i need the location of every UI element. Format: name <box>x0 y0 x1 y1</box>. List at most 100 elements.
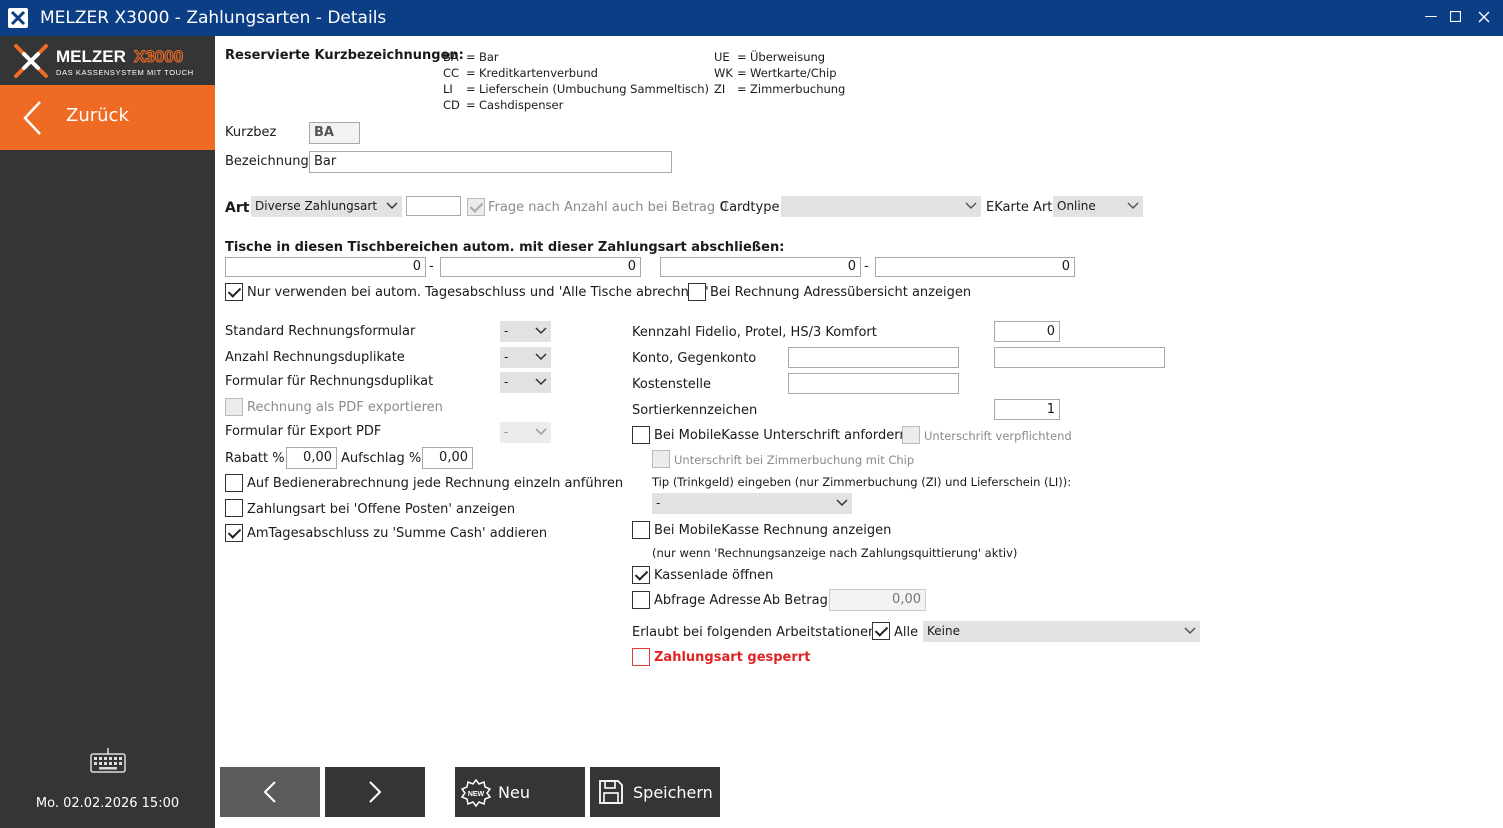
ab-betrag-label: Ab Betrag <box>763 593 828 608</box>
mobile-rechnung-note: (nur wenn 'Rechnungsanzeige nach Zahlung… <box>652 546 1018 560</box>
svg-text:MELZER: MELZER <box>56 47 126 66</box>
art-select-value: Diverse Zahlungsart <box>255 199 378 213</box>
status-datetime: Mo. 02.02.2026 15:00 <box>35 796 180 811</box>
minimize-icon[interactable]: — <box>1420 6 1442 28</box>
offene-posten-checkbox[interactable] <box>225 499 243 517</box>
alle-stationen-checkbox[interactable] <box>872 622 890 640</box>
frage-anzahl-checkbox[interactable] <box>467 198 485 216</box>
bediener-checkbox[interactable] <box>225 474 243 492</box>
tische-title: Tische in diesen Tischbereichen autom. m… <box>225 240 785 255</box>
reserved-code-equals: = <box>737 82 747 96</box>
tisch-range-1-from[interactable]: 0 <box>225 257 426 277</box>
chevron-left-icon <box>23 101 41 135</box>
tisch-range-2-to[interactable]: 0 <box>875 257 1075 277</box>
gegenkonto-input[interactable] <box>994 347 1165 368</box>
adressuebersicht-checkbox[interactable] <box>688 283 706 301</box>
chevron-down-icon <box>535 428 547 436</box>
maximize-icon[interactable] <box>1444 6 1466 28</box>
unterschrift-zimmer-checkbox[interactable] <box>652 450 670 468</box>
formular-export-select[interactable]: - <box>500 422 551 443</box>
ekarte-select-value: Online <box>1057 199 1096 213</box>
back-button[interactable]: Zurück <box>0 85 215 150</box>
gesperrt-label: Zahlungsart gesperrt <box>654 650 811 665</box>
neu-button[interactable]: NEW Neu <box>455 767 585 817</box>
mobile-rechnung-label: Bei MobileKasse Rechnung anzeigen <box>654 523 892 538</box>
rabatt-input[interactable]: 0,00 <box>286 447 337 469</box>
konto-input[interactable] <box>788 347 959 368</box>
reserved-code-equals: = <box>466 82 476 96</box>
kostenstelle-input[interactable] <box>788 373 959 394</box>
ekarte-label: EKarte Art <box>986 200 1053 215</box>
nur-verwenden-checkbox[interactable] <box>225 283 243 301</box>
chevron-down-icon <box>535 378 547 386</box>
logo-subtitle: DAS KASSENSYSTEM MIT TOUCH <box>56 68 194 77</box>
summe-cash-checkbox[interactable] <box>225 524 243 542</box>
chevron-down-icon <box>1184 627 1196 635</box>
anzahl-duplikate-label: Anzahl Rechnungsduplikate <box>225 350 405 365</box>
tisch-range-1-to[interactable]: 0 <box>440 257 641 277</box>
abfrage-adresse-checkbox[interactable] <box>632 591 650 609</box>
chevron-down-icon <box>386 202 398 210</box>
reserved-code-name: Lieferschein (Umbuchung Sammeltisch) <box>479 82 709 96</box>
reserved-code: UE <box>714 50 730 64</box>
reserved-code: BA <box>443 50 459 64</box>
reserved-code-equals: = <box>466 50 476 64</box>
save-disk-icon <box>599 780 623 804</box>
kennzahl-label: Kennzahl Fidelio, Protel, HS/3 Komfort <box>632 325 877 340</box>
reserved-code: CC <box>443 66 460 80</box>
art-extra-input[interactable] <box>406 196 461 216</box>
reserved-code-name: Bar <box>479 50 499 64</box>
unterschrift-pflicht-label: Unterschrift verpflichtend <box>924 429 1072 443</box>
art-select[interactable]: Diverse Zahlungsart <box>251 196 402 217</box>
std-rechnungsformular-select[interactable]: - <box>500 321 551 342</box>
kassenlade-checkbox[interactable] <box>632 566 650 584</box>
aufschlag-input[interactable]: 0,00 <box>422 447 473 469</box>
keyboard-icon[interactable] <box>90 746 126 778</box>
kostenstelle-label: Kostenstelle <box>632 377 712 392</box>
tip-select[interactable]: - <box>652 493 852 514</box>
rabatt-label: Rabatt % <box>225 451 285 466</box>
ab-betrag-input[interactable]: 0,00 <box>829 589 926 611</box>
chevron-down-icon <box>836 499 848 507</box>
new-badge-icon: NEW <box>461 778 491 808</box>
anzahl-duplikate-select[interactable]: - <box>500 347 551 368</box>
unterschrift-pflicht-checkbox[interactable] <box>902 426 920 444</box>
reserved-code-name: Überweisung <box>750 50 826 64</box>
kurzbez-input[interactable]: BA <box>309 122 360 144</box>
gesperrt-checkbox[interactable] <box>632 648 650 666</box>
speichern-button[interactable]: Speichern <box>590 767 720 817</box>
reserved-code-equals: = <box>737 66 747 80</box>
adressuebersicht-label: Bei Rechnung Adressübersicht anzeigen <box>710 285 972 300</box>
pdf-export-checkbox[interactable] <box>225 398 243 416</box>
bezeichnung-label: Bezeichnung <box>225 154 309 169</box>
ekarte-select[interactable]: Online <box>1053 196 1143 217</box>
formular-duplikat-value: - <box>504 375 509 389</box>
svg-text:NEW: NEW <box>468 791 485 798</box>
chevron-down-icon <box>965 202 977 210</box>
previous-button[interactable] <box>220 767 320 817</box>
sortier-input[interactable]: 1 <box>994 399 1060 420</box>
bezeichnung-input[interactable]: Bar <box>309 151 672 173</box>
mobile-unterschrift-checkbox[interactable] <box>632 426 650 444</box>
back-button-label: Zurück <box>66 105 129 126</box>
formular-duplikat-select[interactable]: - <box>500 372 551 393</box>
reserved-code: CD <box>443 98 460 112</box>
unterschrift-zimmer-label: Unterschrift bei Zimmerbuchung mit Chip <box>674 453 915 467</box>
chevron-right-icon <box>369 781 382 803</box>
tisch-range-2-from[interactable]: 0 <box>660 257 861 277</box>
mobile-rechnung-checkbox[interactable] <box>632 521 650 539</box>
anzahl-duplikate-value: - <box>504 350 509 364</box>
kennzahl-input[interactable]: 0 <box>994 321 1060 342</box>
tisch-range-1-dash: - <box>429 259 434 274</box>
next-button[interactable] <box>325 767 425 817</box>
reserved-code-name: Zimmerbuchung <box>750 82 846 96</box>
close-icon[interactable] <box>1473 6 1495 28</box>
reserved-code: LI <box>443 82 453 96</box>
cardtype-select[interactable] <box>781 196 981 217</box>
stationen-select-value: Keine <box>927 624 960 638</box>
kurzbez-label: Kurzbez <box>225 125 277 140</box>
stationen-select[interactable]: Keine <box>923 621 1200 642</box>
svg-text:X3000: X3000 <box>134 47 183 66</box>
summe-cash-label: AmTagesabschluss zu 'Summe Cash' addiere… <box>247 526 548 541</box>
nur-verwenden-label: Nur verwenden bei autom. Tagesabschluss … <box>247 285 709 300</box>
